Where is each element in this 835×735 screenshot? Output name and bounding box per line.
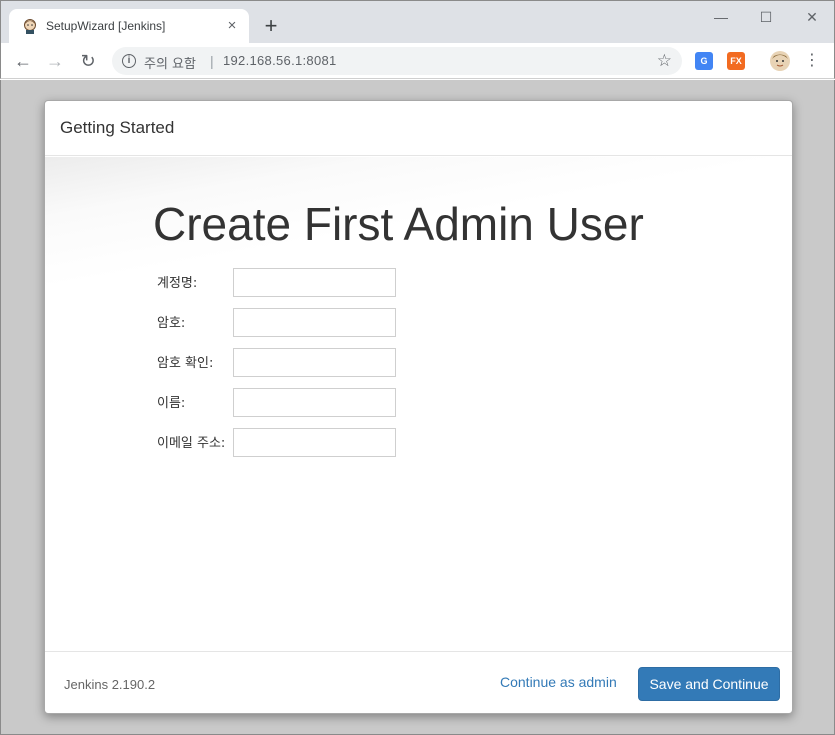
translate-extension-icon[interactable]: G	[695, 52, 713, 70]
tab-title: SetupWizard [Jenkins]	[46, 19, 166, 33]
username-label: 계정명:	[157, 276, 198, 291]
window-close-icon[interactable]: ✕	[800, 7, 824, 27]
continue-as-admin-button[interactable]: Continue as admin	[500, 674, 617, 690]
bookmark-star-icon[interactable]: ☆	[657, 51, 672, 71]
browser-toolbar: ← → ↻ i 주의 요함 | 192.168.56.1:8081 ☆ G FX…	[0, 43, 835, 79]
browser-titlebar: SetupWizard [Jenkins] × + — ☐ ✕	[0, 0, 835, 44]
info-icon[interactable]: i	[122, 54, 136, 68]
browser-tab[interactable]: SetupWizard [Jenkins] ×	[9, 9, 249, 44]
confirm-password-label: 암호 확인:	[157, 356, 214, 371]
security-warning-text[interactable]: 주의 요함	[144, 53, 196, 72]
email-label: 이메일 주소:	[157, 436, 226, 451]
fx-extension-icon[interactable]: FX	[727, 52, 745, 70]
address-bar[interactable]: i 주의 요함 | 192.168.56.1:8081 ☆	[112, 47, 682, 75]
save-and-continue-button[interactable]: Save and Continue	[638, 667, 780, 701]
jenkins-favicon-icon	[24, 19, 36, 34]
forward-arrow-icon[interactable]: →	[43, 49, 67, 73]
reload-icon[interactable]: ↻	[76, 49, 100, 73]
password-label: 암호:	[157, 316, 186, 331]
close-tab-icon[interactable]: ×	[223, 17, 241, 35]
back-arrow-icon[interactable]: ←	[11, 49, 35, 73]
fullname-label: 이름:	[157, 396, 186, 411]
confirm-password-input[interactable]	[233, 348, 396, 377]
minimize-icon[interactable]: —	[709, 7, 733, 27]
fullname-input[interactable]	[233, 388, 396, 417]
setup-wizard-dialog: Getting Started Create First Admin User …	[44, 100, 793, 714]
more-menu-icon[interactable]: ⋮	[804, 50, 820, 72]
new-tab-button[interactable]: +	[260, 15, 282, 37]
page-backdrop: Getting Started Create First Admin User …	[0, 80, 835, 735]
dialog-title: Getting Started	[60, 118, 175, 137]
dialog-body: Create First Admin User 계정명: 암호: 암호 확인: …	[45, 157, 792, 651]
dialog-header: Getting Started	[45, 101, 792, 156]
username-input[interactable]	[233, 268, 396, 297]
url-separator: |	[210, 53, 214, 69]
dialog-footer: Jenkins 2.190.2 Continue as admin Save a…	[45, 651, 792, 713]
profile-avatar-icon[interactable]	[769, 50, 791, 72]
page-title: Create First Admin User	[153, 198, 644, 250]
password-input[interactable]	[233, 308, 396, 337]
maximize-icon[interactable]: ☐	[754, 7, 778, 27]
jenkins-version: Jenkins 2.190.2	[64, 677, 156, 692]
url-text[interactable]: 192.168.56.1:8081	[223, 53, 337, 68]
email-input[interactable]	[233, 428, 396, 457]
